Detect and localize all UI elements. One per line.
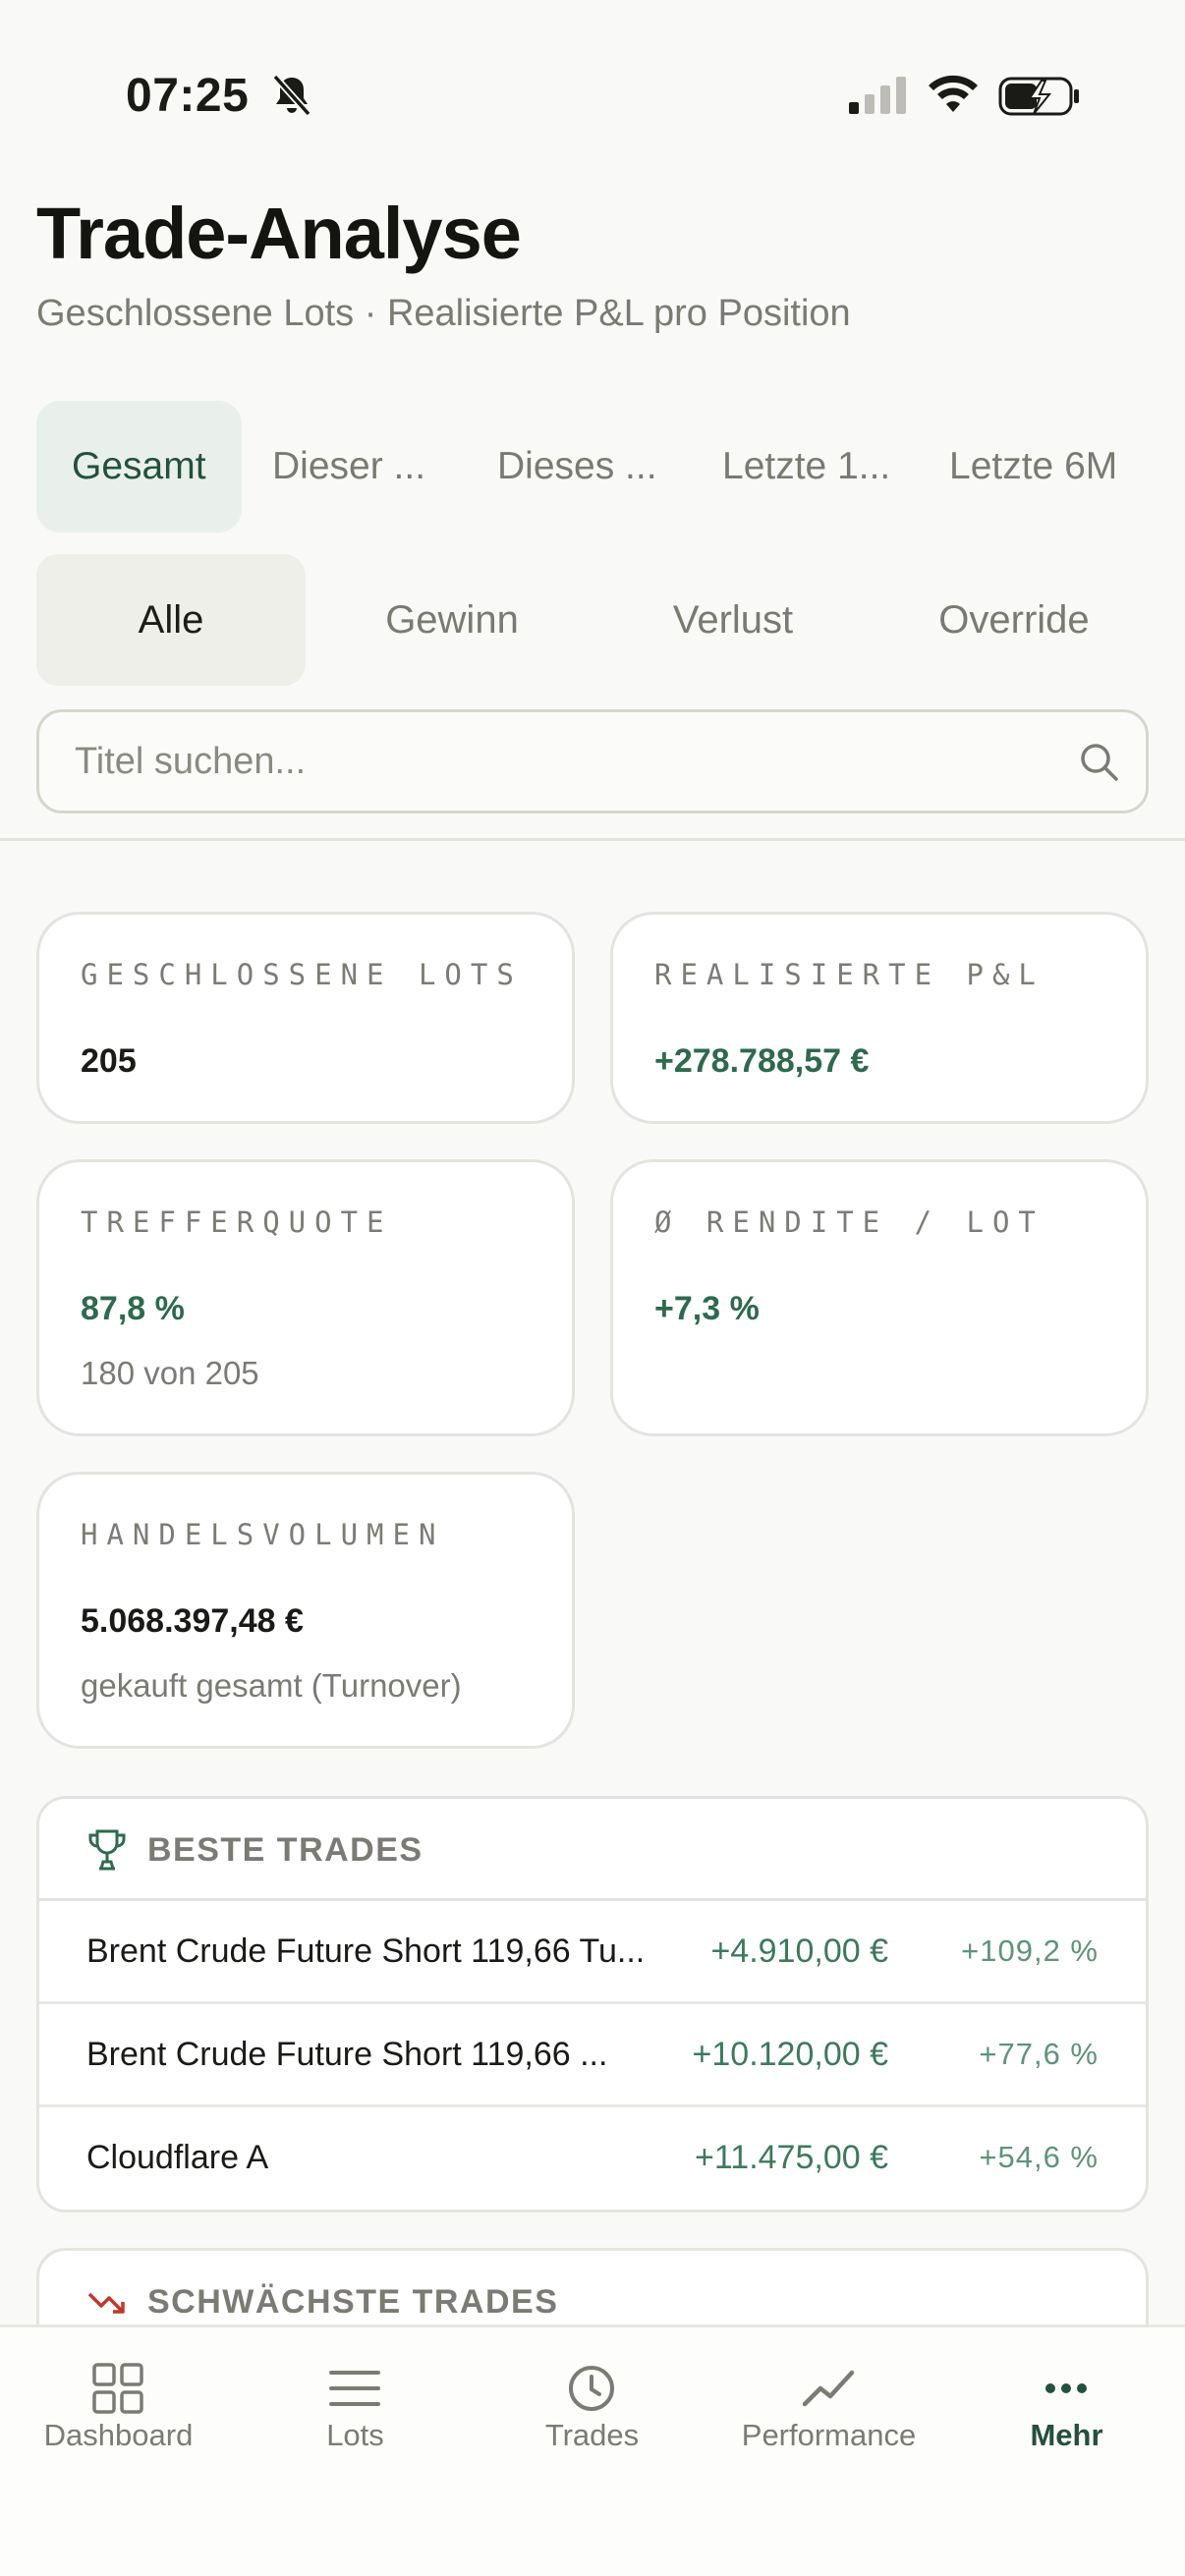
tab-period-last-6m[interactable]: Letzte 6M (949, 401, 1117, 532)
stat-value: 5.068.397,48 € (81, 1602, 304, 1640)
best-trades-title: BESTE TRADES (147, 1831, 423, 1869)
nav-dashboard[interactable]: Dashboard (0, 2327, 237, 2465)
tab-period-this-week[interactable]: Dieser ... (272, 401, 425, 532)
nav-more[interactable]: Mehr (948, 2327, 1185, 2465)
stat-card-avg-return: Ø RENDITE / LOT +7,3 % (610, 1159, 1149, 1436)
nav-lots[interactable]: Lots (237, 2327, 474, 2465)
nav-trades[interactable]: Trades (474, 2327, 710, 2465)
trade-row[interactable]: Brent Crude Future Short 119,66 Tu... +4… (39, 1901, 1146, 2004)
trade-pl: +10.120,00 € (692, 2036, 888, 2073)
nav-label: Performance (741, 2418, 917, 2452)
status-time: 07:25 (126, 70, 250, 122)
trade-name: Brent Crude Future Short 119,66 ... (86, 2036, 608, 2073)
tab-filter-gain[interactable]: Gewinn (317, 554, 587, 686)
trade-pl: +11.475,00 € (695, 2139, 888, 2176)
tab-period-last-12m[interactable]: Letzte 1... (722, 401, 890, 532)
tab-filter-loss[interactable]: Verlust (598, 554, 868, 686)
trade-row[interactable]: Brent Crude Future Short 119,66 ... +10.… (39, 2004, 1146, 2107)
stat-card-volume: HANDELSVOLUMEN 5.068.397,48 € gekauft ge… (36, 1472, 575, 1749)
search-input[interactable]: Titel suchen... (75, 712, 306, 811)
page-subtitle: Geschlossene Lots · Realisierte P&L pro … (36, 293, 851, 334)
stat-sub: 180 von 205 (81, 1355, 259, 1391)
nav-performance[interactable]: Performance (710, 2327, 947, 2465)
nav-label: Dashboard (43, 2418, 194, 2452)
tab-filter-all[interactable]: Alle (36, 554, 306, 686)
trade-row[interactable]: Cloudflare A +11.475,00 € +54,6 % (39, 2107, 1146, 2210)
trophy-icon (88, 1829, 126, 1871)
nav-label: Lots (326, 2418, 384, 2452)
nav-label: Mehr (1030, 2418, 1103, 2452)
tab-period-this-month[interactable]: Dieses ... (497, 401, 657, 532)
stat-sub: gekauft gesamt (Turnover) (81, 1667, 462, 1704)
stat-value: 87,8 % (81, 1290, 185, 1327)
search-field[interactable]: Titel suchen... (36, 709, 1149, 813)
battery-charging-icon (998, 77, 1079, 116)
stat-label: TREFFERQUOTE (81, 1205, 393, 1239)
bell-muted-icon (272, 74, 311, 117)
more-dots-icon (1045, 2383, 1087, 2393)
cellular-signal-icon (849, 77, 906, 114)
page-title: Trade-Analyse (36, 193, 522, 274)
trade-pct: +109,2 % (961, 1933, 1099, 1968)
trade-name: Brent Crude Future Short 119,66 Tu... (86, 1932, 646, 1970)
trend-line-icon (802, 2370, 855, 2407)
clock-icon (569, 2366, 614, 2411)
result-filter-tabs: Alle Gewinn Verlust Override (36, 554, 1149, 686)
stat-card-closed-lots: GESCHLOSSENE LOTS 205 (36, 912, 575, 1124)
status-bar: 07:25 (0, 0, 1185, 187)
best-trades-header: BESTE TRADES (39, 1799, 1146, 1901)
stat-label: HANDELSVOLUMEN (81, 1518, 445, 1551)
stat-value: 205 (81, 1042, 137, 1080)
trade-pl: +4.910,00 € (710, 1932, 888, 1970)
trade-pct: +77,6 % (979, 2037, 1099, 2071)
stat-card-hit-rate: TREFFERQUOTE 87,8 % 180 von 205 (36, 1159, 575, 1436)
dashboard-grid-icon (92, 2363, 143, 2414)
tab-filter-override[interactable]: Override (879, 554, 1149, 686)
wifi-icon (929, 75, 978, 112)
stat-label: GESCHLOSSENE LOTS (81, 958, 523, 991)
search-icon[interactable] (1077, 740, 1120, 783)
best-trades-card: BESTE TRADES Brent Crude Future Short 11… (36, 1796, 1149, 2212)
nav-label: Trades (544, 2418, 640, 2452)
period-tabs: Gesamt Dieser ... Dieses ... Letzte 1...… (36, 401, 1185, 532)
trending-down-icon (87, 2292, 125, 2314)
stat-label: REALISIERTE P&L (654, 958, 1044, 991)
trade-name: Cloudflare A (86, 2139, 269, 2176)
stat-label: Ø RENDITE / LOT (654, 1205, 1044, 1239)
stat-value: +7,3 % (654, 1290, 760, 1327)
bottom-navigation: Dashboard Lots Trades Performance Mehr (0, 2324, 1185, 2576)
stat-value: +278.788,57 € (654, 1042, 870, 1080)
header-divider (0, 838, 1185, 841)
list-icon (329, 2371, 380, 2406)
stat-card-realized-pl: REALISIERTE P&L +278.788,57 € (610, 912, 1149, 1124)
trade-pct: +54,6 % (979, 2140, 1099, 2174)
tab-period-gesamt[interactable]: Gesamt (36, 401, 242, 532)
